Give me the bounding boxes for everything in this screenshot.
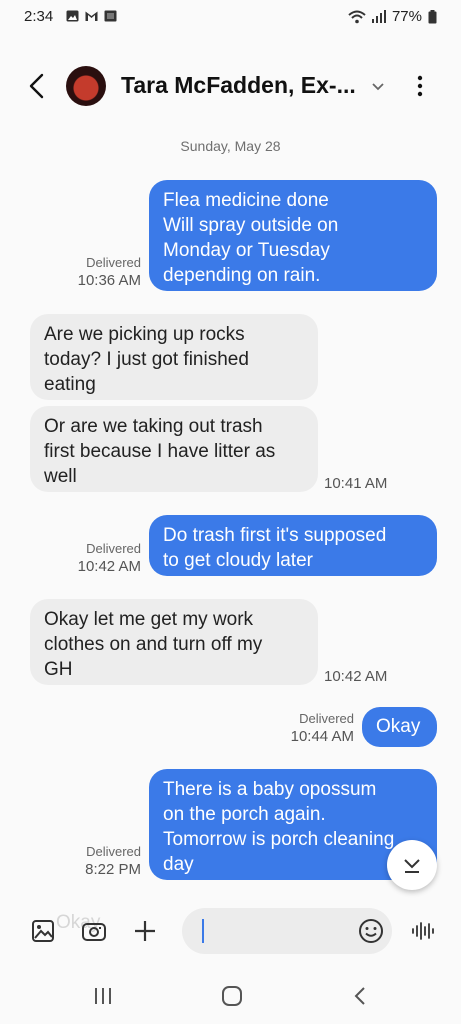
message-meta: Delivered 10:42 AM: [78, 540, 141, 576]
back-nav-icon[interactable]: [349, 984, 373, 1008]
gmail-notification-icon: [85, 11, 98, 21]
text-cursor: [202, 919, 204, 943]
app-notification-icon: [104, 10, 117, 22]
navigation-bar: [0, 970, 461, 1024]
delivery-status: Delivered: [86, 844, 141, 859]
status-right: 77%: [348, 8, 437, 25]
battery-icon: [428, 9, 437, 23]
image-notification-icon: [66, 10, 79, 22]
contact-name[interactable]: Tara McFadden, Ex-...: [121, 72, 356, 99]
composer: Okay: [0, 900, 461, 962]
conversation-header: Tara McFadden, Ex-...: [0, 58, 461, 116]
chevron-down-icon[interactable]: [370, 80, 386, 92]
back-arrow-icon[interactable]: [22, 70, 54, 102]
status-bar: 2:34 77%: [0, 0, 461, 34]
delivery-status: Delivered: [86, 541, 141, 556]
message-meta: Delivered 10:36 AM: [78, 254, 141, 290]
scroll-to-bottom-button[interactable]: [387, 840, 437, 890]
message-time: 8:22 PM: [85, 861, 141, 878]
notification-icons: [66, 10, 117, 22]
message-bubble-outgoing[interactable]: Okay: [362, 707, 437, 747]
home-icon[interactable]: [220, 984, 244, 1008]
chevron-down-icon: [404, 859, 420, 873]
plus-icon[interactable]: [132, 918, 158, 944]
message-bubble-incoming[interactable]: Or are we taking out trash first because …: [30, 406, 318, 492]
status-time: 2:34: [24, 8, 54, 25]
message-input[interactable]: [182, 908, 392, 954]
message-meta: Delivered 10:44 AM: [291, 710, 354, 746]
signal-icon: [371, 10, 386, 23]
more-vert-icon[interactable]: [410, 74, 430, 98]
voice-wave-icon[interactable]: [410, 918, 436, 944]
message-time: 10:36 AM: [77, 272, 141, 289]
gallery-icon[interactable]: [30, 918, 56, 944]
message-bubble-incoming[interactable]: Are we picking up rocks today? I just got…: [30, 314, 318, 400]
camera-icon[interactable]: [81, 918, 107, 944]
battery-percent: 77%: [391, 8, 422, 25]
delivery-status: Delivered: [86, 255, 141, 270]
delivery-status: Delivered: [299, 711, 354, 726]
message-bubble-outgoing[interactable]: Do trash first it's supposed to get cloud…: [149, 515, 437, 576]
avatar[interactable]: [66, 66, 106, 106]
message-bubble-outgoing[interactable]: Flea medicine done Will spray outside on M…: [149, 180, 437, 291]
message-meta: Delivered 8:22 PM: [85, 843, 141, 879]
message-time: 10:42 AM: [77, 558, 141, 575]
message-time: 10:41 AM: [324, 475, 388, 492]
recent-apps-icon[interactable]: [91, 984, 115, 1008]
emoji-icon[interactable]: [358, 918, 384, 944]
message-time: 10:44 AM: [290, 728, 354, 745]
wifi-icon: [348, 10, 366, 23]
date-separator: Sunday, May 28: [180, 138, 281, 154]
message-time: 10:42 AM: [324, 668, 388, 685]
message-bubble-incoming[interactable]: Okay let me get my work clothes on and tu…: [30, 599, 318, 685]
